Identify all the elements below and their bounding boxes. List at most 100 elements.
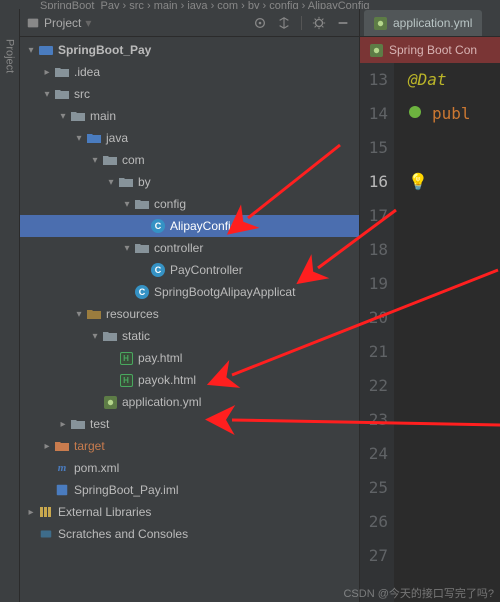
editor-gutter: 131415161718192021222324252627 [360, 63, 394, 602]
class-icon: C [134, 284, 150, 300]
tree-item-external-libraries[interactable]: ▸ External Libraries [20, 501, 359, 523]
html-file-icon: H [118, 350, 134, 366]
chevron-down-icon[interactable]: ▾ [88, 331, 102, 342]
tree-item-main[interactable]: ▾ main [20, 105, 359, 127]
tree-item-pkg-com[interactable]: ▾ com [20, 149, 359, 171]
left-tool-rail: Project [0, 9, 20, 602]
tree-item-label: payok.html [138, 373, 196, 387]
editor-tab-label: application.yml [393, 16, 472, 30]
resources-folder-icon [86, 306, 102, 322]
tree-item-label: src [74, 87, 90, 101]
tree-item-pom[interactable]: m pom.xml [20, 457, 359, 479]
tree-item-label: AlipayConfig [170, 219, 237, 233]
tree-item-label: com [122, 153, 145, 167]
lightbulb-icon[interactable]: 💡 [408, 165, 428, 199]
tree-root[interactable]: ▾ SpringBoot_Pay [20, 39, 359, 61]
scratches-icon [38, 526, 54, 542]
tree-item-pay-controller[interactable]: C PayController [20, 259, 359, 281]
hide-panel-button[interactable] [333, 13, 353, 33]
breadcrumb[interactable]: SpringBoot_Pay › src › main › java › com… [0, 0, 500, 9]
class-icon: C [150, 218, 166, 234]
chevron-down-icon[interactable]: ▾ [120, 243, 134, 254]
tree-item-payok-html[interactable]: H payok.html [20, 369, 359, 391]
html-file-icon: H [118, 372, 134, 388]
spring-boot-banner[interactable]: Spring Boot Con [360, 37, 500, 63]
spring-leaf-icon [370, 44, 383, 57]
class-icon: C [150, 262, 166, 278]
tree-item-test[interactable]: ▸ test [20, 413, 359, 435]
tree-item-label: by [138, 175, 151, 189]
tree-item-java[interactable]: ▾ java [20, 127, 359, 149]
tree-item-pay-html[interactable]: H pay.html [20, 347, 359, 369]
tree-item-spring-app[interactable]: C SpringBootgAlipayApplicat [20, 281, 359, 303]
tree-item-label: resources [106, 307, 159, 321]
tree-item-alipay-config[interactable]: C AlipayConfig [20, 215, 359, 237]
tree-item-application-yml[interactable]: application.yml [20, 391, 359, 413]
tree-item-label: SpringBootgAlipayApplicat [154, 285, 295, 299]
chevron-right-icon[interactable]: ▸ [40, 67, 54, 78]
chevron-down-icon[interactable]: ▾ [56, 111, 70, 122]
project-panel: Project ▾ ▾ SpringBoot_Pay [20, 9, 360, 602]
tree-item-label: controller [154, 241, 203, 255]
chevron-right-icon[interactable]: ▸ [40, 441, 54, 452]
tree-item-label: target [74, 439, 105, 453]
select-opened-file-button[interactable] [250, 13, 270, 33]
left-rail-label-project[interactable]: Project [4, 39, 16, 73]
library-icon [38, 504, 54, 520]
csdn-watermark: CSDN @今天的接口写完了吗? [343, 585, 494, 601]
excluded-folder-icon [54, 438, 70, 454]
folder-icon [54, 64, 70, 80]
project-panel-title-label: Project [44, 16, 81, 30]
package-icon [134, 196, 150, 212]
tree-item-static[interactable]: ▾ static [20, 325, 359, 347]
tree-item-scratches[interactable]: Scratches and Consoles [20, 523, 359, 545]
tree-item-label: java [106, 131, 128, 145]
expand-all-button[interactable] [274, 13, 294, 33]
project-icon [26, 16, 40, 30]
tree-item-target[interactable]: ▸ target [20, 435, 359, 457]
folder-icon [70, 108, 86, 124]
module-file-icon [54, 482, 70, 498]
chevron-right-icon[interactable]: ▸ [56, 419, 70, 430]
chevron-down-icon[interactable]: ▾ [24, 45, 38, 56]
project-panel-title[interactable]: Project ▾ [26, 16, 246, 30]
chevron-down-icon[interactable]: ▾ [72, 133, 86, 144]
gear-icon[interactable] [309, 13, 329, 33]
chevron-down-icon[interactable]: ▾ [120, 199, 134, 210]
tree-item-label: pom.xml [74, 461, 119, 475]
code-line-13: @Dat [408, 70, 447, 89]
chevron-down-icon[interactable]: ▾ [88, 155, 102, 166]
tree-item-label: PayController [170, 263, 243, 277]
editor-tab-application-yml[interactable]: application.yml [364, 10, 482, 36]
tree-item-src[interactable]: ▾ src [20, 83, 359, 105]
tree-root-label: SpringBoot_Pay [58, 43, 151, 57]
editor-tab-bar: application.yml [360, 9, 500, 37]
spring-boot-banner-label: Spring Boot Con [389, 43, 477, 57]
yml-file-icon [102, 394, 118, 410]
tree-item-pkg-by[interactable]: ▾ by [20, 171, 359, 193]
maven-icon: m [54, 460, 70, 476]
tree-item-label: config [154, 197, 186, 211]
tree-item-label: .idea [74, 65, 100, 79]
editor[interactable]: 131415161718192021222324252627 @Dat publ… [360, 63, 500, 602]
tree-item-idea[interactable]: ▸ .idea [20, 61, 359, 83]
project-tree[interactable]: ▾ SpringBoot_Pay ▸ .idea ▾ src ▾ main ▾ [20, 37, 359, 602]
tree-item-label: External Libraries [58, 505, 151, 519]
tree-item-iml[interactable]: SpringBoot_Pay.iml [20, 479, 359, 501]
chevron-down-icon[interactable]: ▾ [85, 16, 91, 30]
code-area[interactable]: @Dat publ 💡 [394, 63, 500, 602]
tree-item-pkg-config[interactable]: ▾ config [20, 193, 359, 215]
tree-item-pkg-controller[interactable]: ▾ controller [20, 237, 359, 259]
tree-item-resources[interactable]: ▾ resources [20, 303, 359, 325]
package-icon [118, 174, 134, 190]
chevron-right-icon[interactable]: ▸ [24, 507, 38, 518]
folder-icon [102, 328, 118, 344]
tree-item-label: static [122, 329, 150, 343]
tree-item-label: test [90, 417, 109, 431]
tree-item-label: main [90, 109, 116, 123]
chevron-down-icon[interactable]: ▾ [72, 309, 86, 320]
project-panel-header: Project ▾ [20, 9, 359, 37]
chevron-down-icon[interactable]: ▾ [40, 89, 54, 100]
spring-leaf-icon [408, 97, 422, 131]
chevron-down-icon[interactable]: ▾ [104, 177, 118, 188]
